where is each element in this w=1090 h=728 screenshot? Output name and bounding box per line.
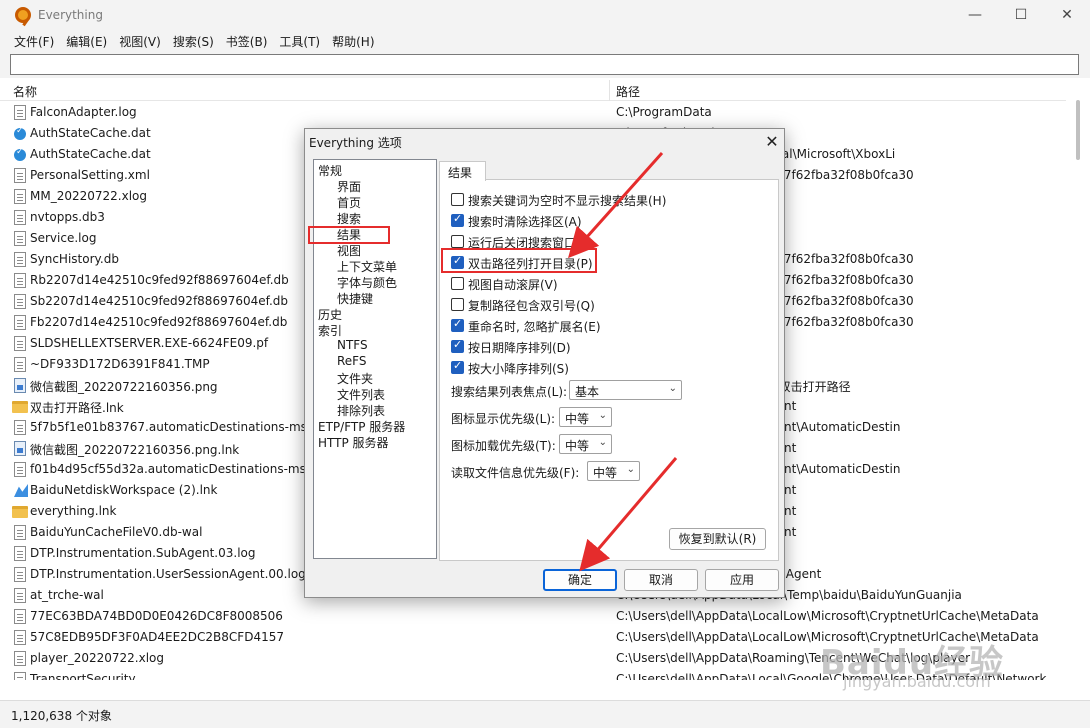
arrow-to-option xyxy=(568,152,664,259)
arrow-to-ok-button xyxy=(579,457,678,572)
annotation-arrows xyxy=(568,152,678,572)
